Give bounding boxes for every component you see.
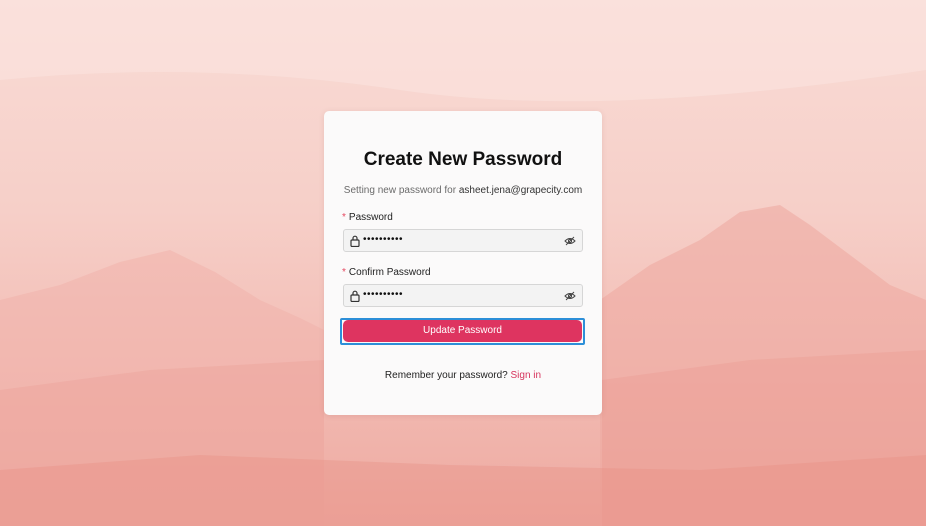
subtitle-text: Setting new password for	[343, 185, 457, 196]
password-value: ••••••••••	[363, 234, 404, 245]
lock-icon	[350, 235, 360, 247]
required-marker: *	[342, 212, 346, 223]
confirm-password-input[interactable]: ••••••••••	[343, 284, 583, 307]
update-password-button[interactable]: Update Password	[343, 320, 582, 342]
password-input[interactable]: ••••••••••	[343, 229, 583, 252]
create-password-card: Create New Password Setting new password…	[324, 111, 602, 415]
password-label-text: Password	[348, 212, 393, 223]
page-title: Create New Password	[363, 149, 563, 170]
confirm-password-label: * Confirm Password	[342, 267, 431, 278]
user-email: asheet.jena@grapecity.com	[458, 185, 583, 196]
lock-icon	[350, 290, 360, 302]
password-label: * Password	[342, 212, 393, 223]
subtitle: Setting new password for asheet.jena@gra…	[324, 185, 602, 196]
eye-slash-icon[interactable]	[564, 235, 576, 247]
sign-in-prompt: Remember your password? Sign in	[324, 370, 602, 381]
remember-text: Remember your password?	[384, 370, 508, 381]
confirm-password-value: ••••••••••	[363, 289, 404, 300]
required-marker: *	[342, 267, 346, 278]
sign-in-link[interactable]: Sign in	[511, 370, 542, 381]
eye-slash-icon[interactable]	[564, 290, 576, 302]
confirm-password-label-text: Confirm Password	[348, 267, 431, 278]
